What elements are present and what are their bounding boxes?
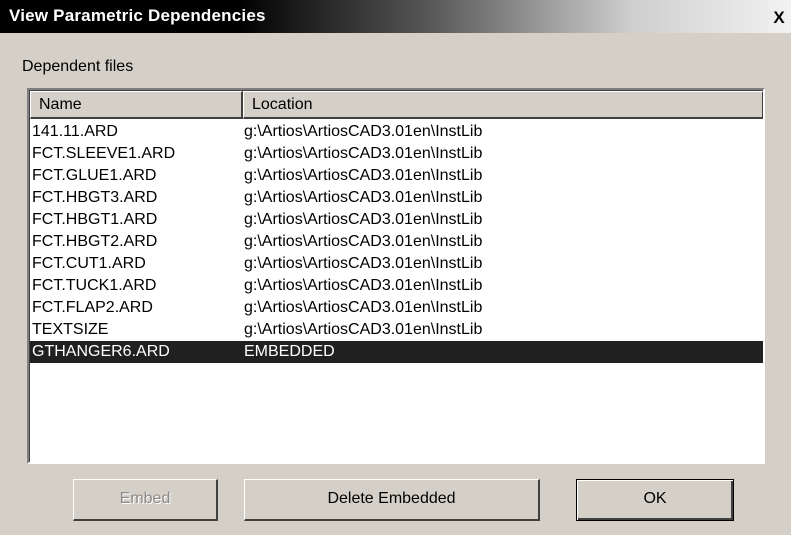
file-location-cell: g:\Artios\ArtiosCAD3.01en\InstLib xyxy=(244,145,483,162)
list-header: Name Location xyxy=(30,91,763,119)
column-header-location[interactable]: Location xyxy=(243,91,763,119)
file-location-cell: g:\Artios\ArtiosCAD3.01en\InstLib xyxy=(244,299,483,316)
file-location-cell: g:\Artios\ArtiosCAD3.01en\InstLib xyxy=(244,321,483,338)
table-row[interactable]: FCT.CUT1.ARD g:\Artios\ArtiosCAD3.01en\In… xyxy=(30,253,763,275)
file-name-cell: FCT.HBGT2.ARD xyxy=(32,233,158,250)
window-title: View Parametric Dependencies xyxy=(9,6,266,25)
file-location-cell: g:\Artios\ArtiosCAD3.01en\InstLib xyxy=(244,123,483,140)
table-row[interactable]: FCT.HBGT2.ARD g:\Artios\ArtiosCAD3.01en\I… xyxy=(30,231,763,253)
file-name-cell: FCT.GLUE1.ARD xyxy=(32,167,157,184)
table-row[interactable]: 141.11.ARD g:\Artios\ArtiosCAD3.01en\Inst… xyxy=(30,121,763,143)
file-name-cell: FCT.FLAP2.ARD xyxy=(32,299,153,316)
file-location-cell: g:\Artios\ArtiosCAD3.01en\InstLib xyxy=(244,277,483,294)
table-row[interactable]: FCT.SLEEVE1.ARD g:\Artios\ArtiosCAD3.01en… xyxy=(30,143,763,165)
column-header-name[interactable]: Name xyxy=(30,91,243,119)
file-location-cell: EMBEDDED xyxy=(244,343,335,360)
dependent-files-list[interactable]: Name Location 141.11.ARD g:\Artios\Artios… xyxy=(27,88,765,464)
title-bar[interactable]: View Parametric Dependencies X xyxy=(0,0,791,33)
file-name-cell: FCT.SLEEVE1.ARD xyxy=(32,145,176,162)
dependent-files-label: Dependent files xyxy=(22,58,134,75)
file-name-cell: FCT.CUT1.ARD xyxy=(32,255,146,272)
file-name-cell: 141.11.ARD xyxy=(32,123,118,140)
delete-embedded-button[interactable]: Delete Embedded xyxy=(244,479,540,521)
table-row[interactable]: GTHANGER6.ARD EMBEDDED xyxy=(30,341,763,363)
file-name-cell: GTHANGER6.ARD xyxy=(32,343,170,360)
table-row[interactable]: FCT.HBGT3.ARD g:\Artios\ArtiosCAD3.01en\I… xyxy=(30,187,763,209)
file-location-cell: g:\Artios\ArtiosCAD3.01en\InstLib xyxy=(244,167,483,184)
file-name-cell: FCT.TUCK1.ARD xyxy=(32,277,157,294)
file-name-cell: TEXTSIZE xyxy=(32,321,109,338)
close-button[interactable]: X xyxy=(770,9,788,27)
file-name-cell: FCT.HBGT3.ARD xyxy=(32,189,158,206)
table-row[interactable]: FCT.HBGT1.ARD g:\Artios\ArtiosCAD3.01en\I… xyxy=(30,209,763,231)
table-row[interactable]: FCT.FLAP2.ARD g:\Artios\ArtiosCAD3.01en\I… xyxy=(30,297,763,319)
parametric-dependencies-dialog: View Parametric Dependencies X Dependent… xyxy=(0,0,791,535)
table-row[interactable]: FCT.TUCK1.ARD g:\Artios\ArtiosCAD3.01en\I… xyxy=(30,275,763,297)
embed-button[interactable]: Embed xyxy=(73,479,218,521)
file-location-cell: g:\Artios\ArtiosCAD3.01en\InstLib xyxy=(244,233,483,250)
table-row[interactable]: FCT.GLUE1.ARD g:\Artios\ArtiosCAD3.01en\I… xyxy=(30,165,763,187)
file-location-cell: g:\Artios\ArtiosCAD3.01en\InstLib xyxy=(244,255,483,272)
table-row[interactable]: TEXTSIZE g:\Artios\ArtiosCAD3.01en\InstLi… xyxy=(30,319,763,341)
file-location-cell: g:\Artios\ArtiosCAD3.01en\InstLib xyxy=(244,189,483,206)
list-rows: 141.11.ARD g:\Artios\ArtiosCAD3.01en\Inst… xyxy=(30,121,763,363)
file-location-cell: g:\Artios\ArtiosCAD3.01en\InstLib xyxy=(244,211,483,228)
ok-button[interactable]: OK xyxy=(576,479,734,521)
file-name-cell: FCT.HBGT1.ARD xyxy=(32,211,158,228)
